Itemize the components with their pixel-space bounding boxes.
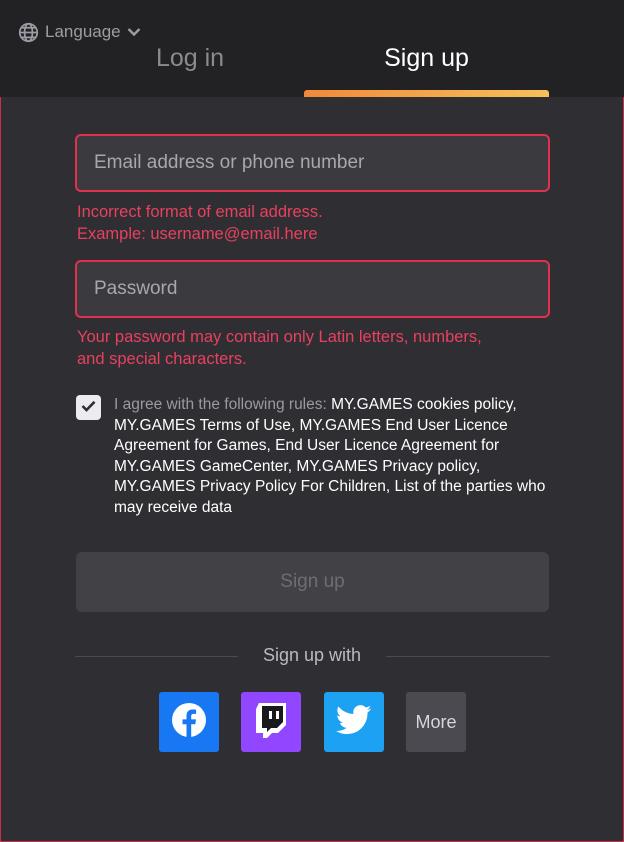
agreement-text: I agree with the following rules: MY.GAM… — [114, 396, 546, 516]
link-privacy-policy-children[interactable]: MY.GAMES Privacy Policy For Children — [114, 478, 386, 495]
link-terms-of-use[interactable]: MY.GAMES Terms of Use — [114, 417, 291, 434]
tab-sign-up[interactable]: Sign up — [304, 44, 549, 84]
email-error-example: Example: username@email.here — [77, 225, 318, 243]
email-input[interactable] — [94, 152, 548, 174]
language-selector[interactable]: Language — [18, 20, 141, 44]
more-providers-button[interactable]: More — [406, 692, 466, 752]
password-field[interactable] — [75, 260, 550, 318]
link-privacy-policy[interactable]: MY.GAMES Privacy policy — [296, 458, 475, 475]
password-error-line-1: Your password may contain only Latin let… — [77, 328, 482, 346]
sign-up-with-label: Sign up with — [262, 645, 362, 665]
chevron-down-icon — [127, 27, 141, 37]
password-error: Your password may contain only Latin let… — [77, 326, 547, 370]
email-error-message: Incorrect format of email address. — [77, 203, 323, 221]
twitter-button[interactable] — [324, 692, 384, 752]
facebook-button[interactable] — [159, 692, 219, 752]
language-label: Language — [45, 22, 121, 41]
agree-checkbox[interactable] — [76, 395, 101, 420]
divider-left — [75, 656, 238, 657]
header: Language Log in Sign up — [0, 0, 624, 97]
password-input[interactable] — [94, 278, 548, 300]
agreement-prefix: I agree with the following rules: — [114, 396, 327, 413]
email-error: Incorrect format of email address. Examp… — [77, 201, 547, 245]
twitch-button[interactable] — [241, 692, 301, 752]
link-cookies-policy[interactable]: MY.GAMES cookies policy — [331, 396, 512, 413]
email-field[interactable] — [75, 134, 550, 192]
globe-icon — [18, 22, 39, 43]
tab-log-in[interactable]: Log in — [60, 44, 320, 84]
checkmark-icon — [81, 399, 96, 417]
password-error-line-2: and special characters. — [77, 350, 247, 368]
facebook-icon — [171, 702, 207, 743]
divider-right — [386, 656, 550, 657]
twitch-icon — [253, 701, 289, 744]
sign-up-button[interactable]: Sign up — [76, 552, 549, 612]
active-tab-indicator — [304, 90, 549, 97]
twitter-icon — [335, 704, 372, 740]
